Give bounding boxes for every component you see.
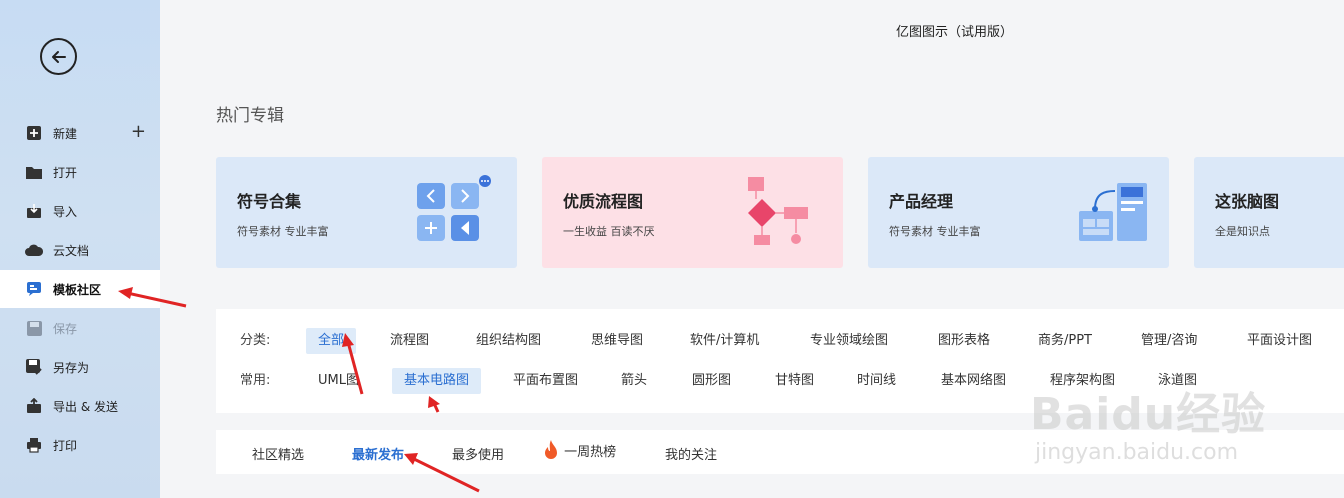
sidebar-item-print[interactable]: 打印 xyxy=(0,426,160,464)
common-item-basic-circuit[interactable]: 基本电路图 xyxy=(392,368,482,394)
sidebar-item-label: 导入 xyxy=(53,204,78,219)
section-title: 热门专辑 xyxy=(216,106,284,126)
sidebar-item-export[interactable]: 导出 & 发送 xyxy=(0,387,160,425)
sidebar-item-import[interactable]: 导入 xyxy=(0,192,160,230)
plus-square-icon xyxy=(25,124,43,142)
common-item[interactable]: 时间线 xyxy=(857,368,896,394)
sidebar-item-label: 模板社区 xyxy=(53,282,102,297)
common-item[interactable]: 基本网络图 xyxy=(941,368,1006,394)
category-item[interactable]: 平面设计图 xyxy=(1247,328,1312,354)
product-illustration-icon xyxy=(1079,183,1147,241)
app-title: 亿图图示（试用版） xyxy=(896,25,1014,40)
sidebar-item-label: 云文档 xyxy=(53,243,90,258)
tab-latest[interactable]: 最新发布 xyxy=(352,444,404,463)
tab-weekly-hot[interactable]: 一周热榜 xyxy=(542,439,616,461)
cloud-icon xyxy=(25,241,43,259)
sidebar: 新建 + 打开 导入 云文档 模板社区 保存 另存为 导出 & 发送 打印 xyxy=(0,0,160,498)
baidu-watermark-url: jingyan.baidu.com xyxy=(1035,440,1239,465)
sidebar-item-label: 导出 & 发送 xyxy=(53,399,118,414)
sidebar-item-new[interactable]: 新建 + xyxy=(0,114,160,152)
sidebar-item-save[interactable]: 保存 xyxy=(0,309,160,347)
category-item[interactable]: 流程图 xyxy=(390,328,429,354)
category-item[interactable]: 软件/计算机 xyxy=(690,328,759,354)
tab-most-used[interactable]: 最多使用 xyxy=(452,444,504,463)
category-label: 分类: xyxy=(240,333,271,348)
category-item[interactable]: 专业领域绘图 xyxy=(810,328,888,354)
common-item[interactable]: 平面布置图 xyxy=(513,368,578,394)
sidebar-item-template-community[interactable]: 模板社区 xyxy=(0,270,160,308)
category-item[interactable]: 管理/咨询 xyxy=(1141,328,1197,354)
export-icon xyxy=(25,397,43,415)
album-card-symbols[interactable]: 符号合集 符号素材 专业丰富 xyxy=(216,157,517,268)
tab-following[interactable]: 我的关注 xyxy=(665,444,717,463)
category-item[interactable]: 思维导图 xyxy=(591,328,643,354)
flowchart-illustration-icon xyxy=(748,177,808,245)
sidebar-item-label: 新建 xyxy=(53,126,78,141)
symbols-illustration-icon xyxy=(417,175,491,241)
sidebar-item-label: 打印 xyxy=(53,438,78,453)
card-subtitle: 全是知识点 xyxy=(1215,225,1270,238)
category-item[interactable]: 商务/PPT xyxy=(1038,328,1092,354)
printer-icon xyxy=(25,436,43,454)
tab-community-picks[interactable]: 社区精选 xyxy=(252,444,304,463)
category-item[interactable]: 图形表格 xyxy=(938,328,990,354)
arrow-left-icon xyxy=(51,50,66,63)
category-item-all[interactable]: 全部 xyxy=(306,328,357,354)
category-item[interactable]: 组织结构图 xyxy=(476,328,541,354)
baidu-watermark: Baidu经验 xyxy=(1030,389,1267,440)
import-icon xyxy=(25,202,43,220)
category-row: 分类: 全部 流程图 组织结构图 思维导图 软件/计算机 专业领域绘图 图形表格… xyxy=(216,328,1344,354)
fire-icon xyxy=(545,440,557,459)
album-card-flowchart[interactable]: 优质流程图 一生收益 百读不厌 xyxy=(542,157,843,268)
card-title: 这张脑图 xyxy=(1215,192,1280,211)
album-card-mindmap[interactable]: 这张脑图 全是知识点 xyxy=(1194,157,1344,268)
album-card-product-manager[interactable]: 产品经理 符号素材 专业丰富 xyxy=(868,157,1169,268)
sidebar-item-label: 另存为 xyxy=(53,360,90,375)
sidebar-item-cloud[interactable]: 云文档 xyxy=(0,231,160,269)
plus-icon[interactable]: + xyxy=(131,123,146,141)
tab-label: 一周热榜 xyxy=(564,445,617,460)
folder-icon xyxy=(25,163,43,181)
common-label: 常用: xyxy=(240,373,271,388)
save-icon xyxy=(25,319,43,337)
save-as-icon xyxy=(25,358,43,376)
template-community-icon xyxy=(25,280,43,298)
sidebar-item-open[interactable]: 打开 xyxy=(0,153,160,191)
sidebar-item-label: 保存 xyxy=(53,321,78,336)
common-item[interactable]: UML图 xyxy=(318,368,359,394)
sidebar-item-save-as[interactable]: 另存为 xyxy=(0,348,160,386)
common-item[interactable]: 甘特图 xyxy=(775,368,814,394)
sidebar-item-label: 打开 xyxy=(53,165,78,180)
back-button[interactable] xyxy=(40,38,77,75)
common-item[interactable]: 圆形图 xyxy=(692,368,731,394)
common-item[interactable]: 箭头 xyxy=(621,368,647,394)
